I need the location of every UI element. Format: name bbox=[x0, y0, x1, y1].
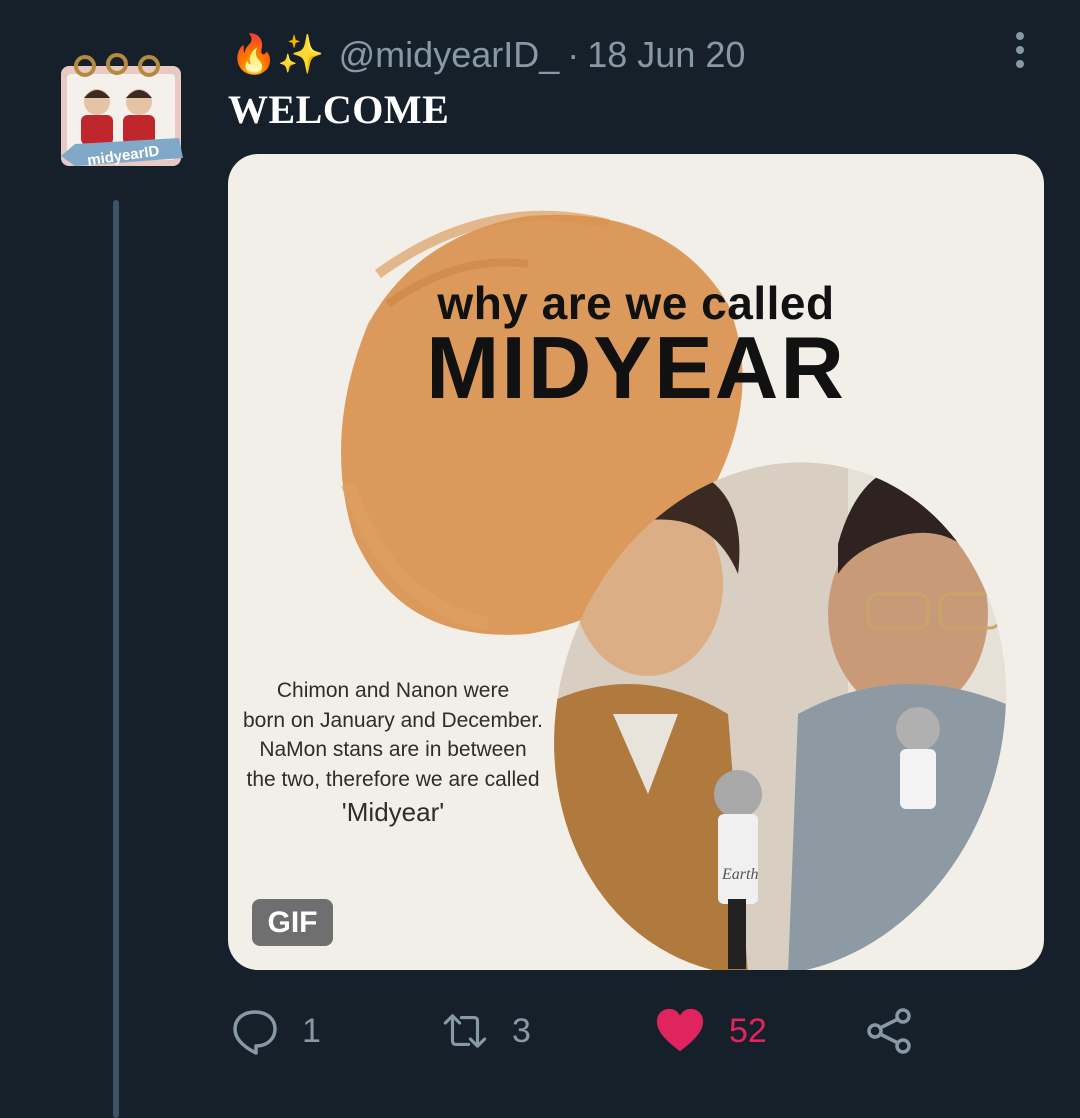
gif-badge: GIF bbox=[252, 899, 333, 946]
more-options-icon[interactable] bbox=[1005, 30, 1035, 70]
user-handle[interactable]: @midyearID_ bbox=[339, 34, 560, 76]
media-gif[interactable]: Earth why are we called MIDYEAR Chimon a… bbox=[228, 154, 1044, 970]
reply-icon bbox=[230, 1006, 280, 1056]
card-body-quote: 'Midyear' bbox=[341, 797, 445, 827]
card-body-line: born on January and December. bbox=[242, 708, 544, 732]
tweet-date[interactable]: 18 Jun 20 bbox=[587, 34, 745, 76]
share-button[interactable] bbox=[865, 1004, 915, 1058]
card-body-line: NaMon stans are in between bbox=[259, 738, 527, 761]
avatar[interactable]: midyearID bbox=[55, 52, 190, 182]
header-separator: · bbox=[567, 34, 580, 75]
retweet-button[interactable]: 3 bbox=[440, 1004, 531, 1058]
mic-label: Earth bbox=[721, 866, 758, 883]
retweet-count: 3 bbox=[512, 1011, 531, 1050]
heart-icon bbox=[655, 1006, 705, 1056]
tweet-header: 🔥✨ @midyearID_ · 18 Jun 20 bbox=[230, 30, 745, 80]
display-name-emojis[interactable]: 🔥✨ bbox=[230, 36, 325, 74]
like-count: 52 bbox=[729, 1011, 767, 1050]
thread-line bbox=[113, 200, 119, 1118]
card-body-line: the two, therefore we are called bbox=[246, 767, 540, 791]
share-icon bbox=[865, 1006, 915, 1056]
card-body-line: Chimon and Nanon were bbox=[276, 679, 510, 702]
retweet-icon bbox=[440, 1006, 490, 1056]
card-title-line2: MIDYEAR bbox=[426, 318, 846, 417]
like-button[interactable]: 52 bbox=[655, 1004, 767, 1058]
card-body-text: Chimon and Nanon were born on January an… bbox=[238, 676, 548, 828]
reply-button[interactable]: 1 bbox=[230, 1004, 321, 1058]
action-bar: 1 3 52 bbox=[0, 1004, 1080, 1058]
reply-count: 1 bbox=[302, 1011, 321, 1050]
tweet-text: WELCOME bbox=[228, 87, 450, 132]
